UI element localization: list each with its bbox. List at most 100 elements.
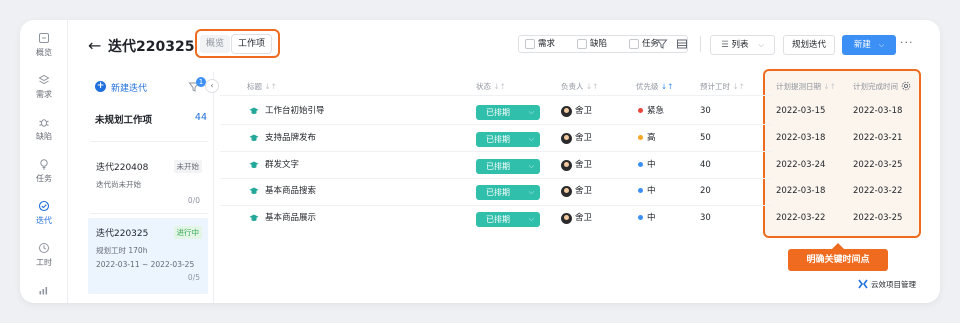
requirement-checkbox[interactable] [525, 39, 535, 49]
status-select[interactable]: 已排期 ⌵ [476, 185, 540, 200]
iteration-progress: 0/5 [187, 273, 200, 282]
tab-overview[interactable]: 概览 [200, 35, 231, 53]
row-hours: 20 [700, 186, 711, 196]
priority-dot [638, 215, 643, 220]
column-header-title[interactable]: 标题 ↓↑ [247, 81, 277, 92]
table-row[interactable]: 基本商品搜索 已排期 ⌵ 舍卫 中 20 2022-03-18 2022-03-2… [20, 185, 940, 211]
column-header-status[interactable]: 状态 ↓↑ [476, 81, 506, 92]
priority-dot [638, 108, 643, 113]
column-header-test-date[interactable]: 计划提测日期 ↓↑ [776, 81, 836, 92]
status-label: 已排期 [486, 135, 510, 144]
nav-item-stats[interactable] [20, 284, 68, 299]
row-priority: 中 [647, 160, 656, 170]
row-title[interactable]: 基本商品搜索 [265, 185, 316, 197]
row-finish-date: 2022-03-21 [853, 133, 903, 143]
brand-logo-icon [858, 279, 868, 289]
requirement-type-icon [249, 134, 259, 141]
avatar [561, 213, 572, 224]
view-select-label: 列表 [731, 40, 749, 50]
requirement-icon [38, 74, 50, 85]
requirement-type-icon [249, 107, 259, 114]
avatar [561, 106, 572, 117]
iteration-dates: 2022-03-11 ~ 2022-03-25 [96, 260, 195, 269]
chart-icon [39, 287, 48, 295]
divider [220, 95, 772, 96]
row-test-date: 2022-03-18 [776, 186, 826, 196]
clock-icon [39, 243, 49, 253]
row-priority: 中 [647, 186, 656, 196]
more-button[interactable]: ··· [900, 36, 914, 49]
settings-columns-icon[interactable] [676, 38, 688, 50]
row-owner: 舍卫 [575, 133, 593, 143]
chevron-down-icon: ⌵ [758, 41, 764, 49]
back-button[interactable]: ← [88, 36, 101, 55]
row-title[interactable]: 支持品牌发布 [265, 132, 316, 144]
nav-label: 需求 [36, 90, 52, 99]
divider [220, 205, 772, 206]
row-finish-date: 2022-03-25 [853, 213, 903, 223]
filter-label-requirement: 需求 [538, 39, 556, 49]
tab-work-items[interactable]: 工作项 [232, 35, 272, 53]
filter-icon[interactable] [656, 38, 668, 50]
status-select[interactable]: 已排期 ⌵ [476, 212, 540, 227]
table-row[interactable]: 基本商品展示 已排期 ⌵ 舍卫 中 30 2022-03-22 2022-03-2… [20, 212, 940, 238]
divider [220, 124, 772, 125]
requirement-type-icon [249, 161, 259, 168]
column-header-owner[interactable]: 负责人 ↓↑ [561, 81, 598, 92]
avatar [561, 133, 572, 144]
row-hours: 50 [700, 133, 711, 143]
chevron-down-icon: ⌵ [528, 188, 534, 196]
avatar [561, 186, 572, 197]
page-title: 迭代220325 [108, 39, 195, 55]
row-test-date: 2022-03-15 [776, 106, 826, 116]
row-finish-date: 2022-03-25 [853, 160, 903, 170]
table-row[interactable]: 工作台初始引导 已排期 ⌵ 舍卫 紧急 30 2022-03-15 2022-03… [20, 105, 940, 131]
column-header-finish-date[interactable]: 计划完成时间 [853, 81, 898, 92]
row-title[interactable]: 群发文字 [265, 159, 299, 171]
nav-item-overview[interactable]: 概览 [20, 32, 68, 58]
overview-icon [39, 33, 49, 43]
status-label: 已排期 [486, 108, 510, 117]
gear-icon[interactable] [901, 81, 911, 91]
chevron-down-icon: ⌵ [528, 108, 534, 116]
nav-item-hours[interactable]: 工时 [20, 242, 68, 268]
nav-item-requirement[interactable]: 需求 [20, 74, 68, 100]
status-select[interactable]: 已排期 ⌵ [476, 159, 540, 174]
nav-label: 概览 [36, 48, 52, 57]
app-window: 概览 需求 缺陷 任务 迭代 工时 ← 迭代220325 概览 工作项 需求 缺… [20, 20, 940, 303]
row-owner: 舍卫 [575, 186, 593, 196]
row-finish-date: 2022-03-18 [853, 106, 903, 116]
row-owner: 舍卫 [575, 160, 593, 170]
chevron-down-icon: ⌵ [528, 215, 534, 223]
row-priority: 中 [647, 213, 656, 223]
view-select[interactable]: ☰ 列表 ⌵ [710, 35, 775, 55]
requirement-type-icon [249, 214, 259, 221]
status-select[interactable]: 已排期 ⌵ [476, 105, 540, 120]
view-tab-switch: 概览 工作项 [195, 29, 280, 58]
toolbar-divider [700, 36, 701, 52]
status-label: 已排期 [486, 215, 510, 224]
chevron-down-icon: ⌵ [528, 162, 534, 170]
row-priority: 高 [647, 133, 656, 143]
column-header-priority[interactable]: 优先级 ↓↑ [636, 81, 673, 92]
row-finish-date: 2022-03-22 [853, 186, 903, 196]
new-iteration-button[interactable]: 新建迭代 [111, 81, 147, 94]
new-button[interactable]: 新建 ⌵ [842, 35, 896, 55]
collapse-button[interactable]: ‹ [205, 79, 219, 93]
table-row[interactable]: 支持品牌发布 已排期 ⌵ 舍卫 高 50 2022-03-18 2022-03-2… [20, 132, 940, 158]
row-title[interactable]: 工作台初始引导 [265, 105, 325, 117]
row-hours: 30 [700, 213, 711, 223]
task-checkbox[interactable] [629, 39, 639, 49]
divider [220, 151, 772, 152]
bug-checkbox[interactable] [577, 39, 587, 49]
row-title[interactable]: 基本商品展示 [265, 212, 316, 224]
priority-dot [638, 188, 643, 193]
row-test-date: 2022-03-24 [776, 160, 826, 170]
status-select[interactable]: 已排期 ⌵ [476, 132, 540, 147]
list-icon: ☰ [721, 40, 732, 50]
row-hours: 30 [700, 106, 711, 116]
column-header-hours[interactable]: 预计工时 ↓↑ [700, 81, 745, 92]
plan-iteration-button[interactable]: 规划迭代 [783, 35, 835, 55]
table-row[interactable]: 群发文字 已排期 ⌵ 舍卫 中 40 2022-03-24 2022-03-25 [20, 159, 940, 185]
priority-dot [638, 135, 643, 140]
